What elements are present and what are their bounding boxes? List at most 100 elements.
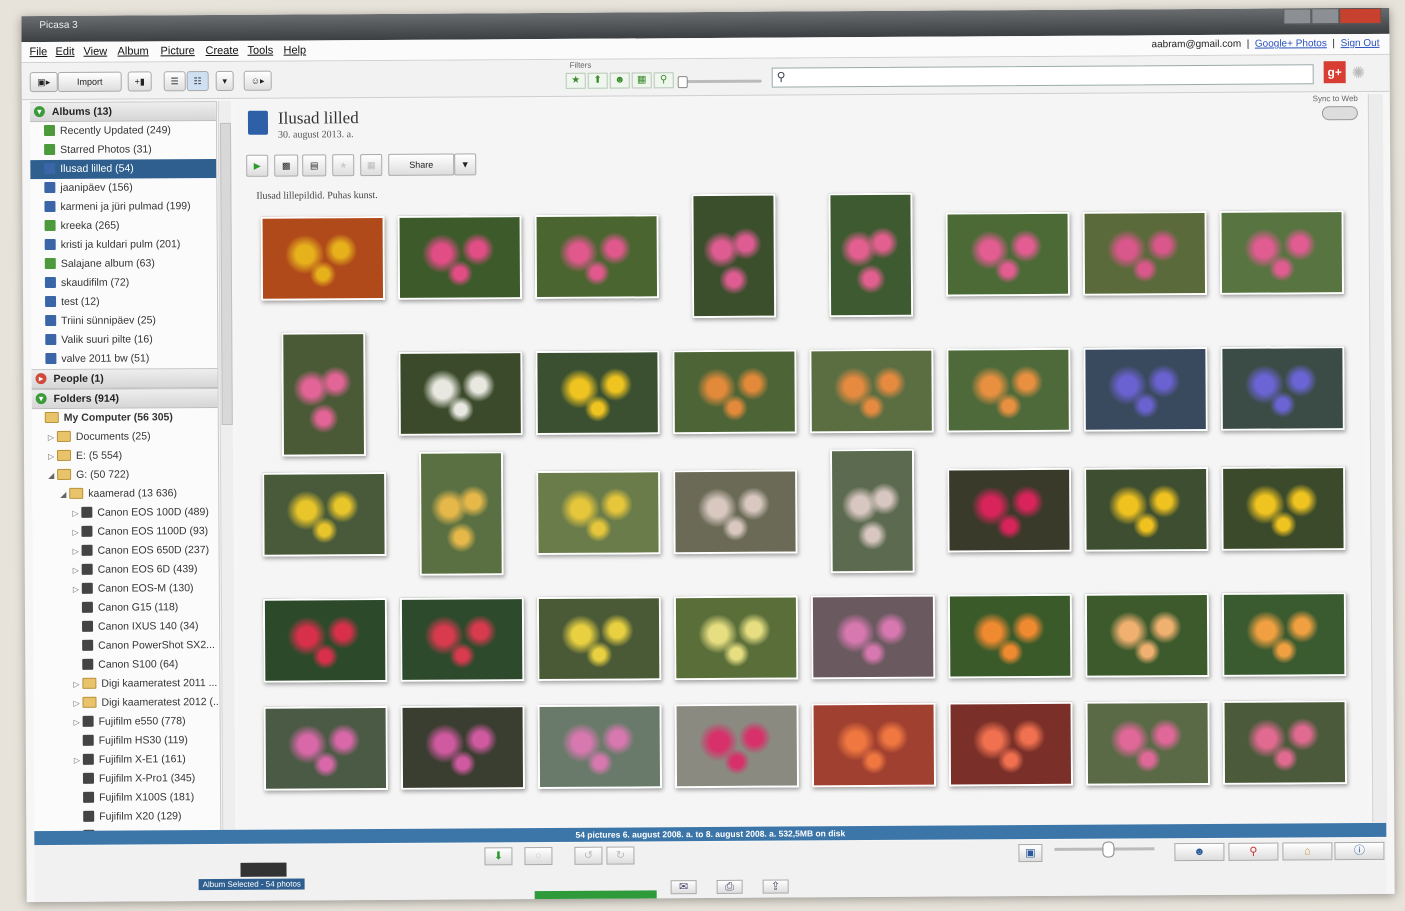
photo-thumbnail[interactable] bbox=[947, 467, 1072, 553]
video-filter-icon[interactable]: ▦ bbox=[631, 72, 652, 89]
sidebar-album-item[interactable]: jaanipäev (156) bbox=[30, 178, 216, 198]
people-view-icon[interactable]: ☺▸ bbox=[243, 70, 272, 91]
list-view-icon[interactable]: ☰ bbox=[163, 71, 186, 92]
sidebar-folder-item[interactable]: ▷ Digi kaameratest 2011 ... bbox=[33, 674, 219, 694]
photo-thumbnail[interactable] bbox=[811, 702, 937, 788]
add-to-album-icon[interactable]: +▮ bbox=[127, 71, 152, 92]
photo-thumbnail[interactable] bbox=[691, 193, 777, 319]
photo-thumbnail[interactable] bbox=[535, 350, 660, 436]
sidebar-folder-item[interactable]: Canon G15 (118) bbox=[33, 598, 219, 618]
sidebar-album-item[interactable]: Starred Photos (31) bbox=[30, 140, 216, 160]
photo-thumbnail[interactable] bbox=[810, 594, 936, 680]
close-button[interactable] bbox=[1339, 7, 1382, 25]
collage-icon[interactable]: ▩ bbox=[274, 154, 299, 177]
play-slideshow-icon[interactable]: ▶ bbox=[246, 154, 269, 177]
photo-thumbnail[interactable] bbox=[672, 349, 797, 435]
tree-toggle-icon[interactable]: ▷ bbox=[73, 694, 82, 713]
menu-help[interactable]: Help bbox=[283, 44, 306, 56]
photo-thumbnail[interactable] bbox=[945, 211, 1071, 297]
people-section-header[interactable]: ▸ People (1) bbox=[31, 367, 218, 390]
photo-thumbnail[interactable] bbox=[1222, 700, 1348, 785]
sidebar-folder-item[interactable]: ▷ Canon EOS 650D (237) bbox=[33, 541, 219, 561]
sidebar-album-item[interactable]: valve 2011 bw (51) bbox=[31, 349, 217, 369]
photo-thumbnail[interactable] bbox=[1085, 700, 1211, 786]
menu-album[interactable]: Album bbox=[117, 45, 148, 57]
sidebar-album-item[interactable]: kristi ja kuldari pulm (201) bbox=[31, 235, 217, 255]
upload-button[interactable] bbox=[534, 890, 657, 902]
sidebar-folder-item[interactable]: ▷ Canon EOS 100D (489) bbox=[32, 503, 218, 523]
camera-import-icon[interactable]: ▣▸ bbox=[29, 71, 58, 93]
tree-toggle-icon[interactable]: ▷ bbox=[73, 675, 82, 694]
photo-thumbnail[interactable] bbox=[1221, 592, 1347, 677]
share-button[interactable]: Share bbox=[388, 153, 455, 176]
photo-thumbnail[interactable] bbox=[536, 470, 661, 556]
sidebar-folder-item[interactable]: My Computer (56 305) bbox=[32, 408, 218, 428]
albums-section-header[interactable]: ▾ Albums (13) bbox=[29, 100, 216, 123]
menu-view[interactable]: View bbox=[83, 46, 107, 58]
maximize-button[interactable] bbox=[1311, 8, 1340, 25]
sync-toggle[interactable] bbox=[1321, 106, 1358, 121]
thumbnail-size-knob[interactable] bbox=[1102, 841, 1115, 858]
sidebar-folder-item[interactable]: Canon IXUS 140 (34) bbox=[33, 617, 219, 637]
view-dropdown-icon[interactable]: ▾ bbox=[215, 70, 234, 92]
photo-thumbnail[interactable] bbox=[534, 214, 660, 300]
photo-thumbnail[interactable] bbox=[1220, 346, 1345, 431]
google-photos-link[interactable]: Google+ Photos bbox=[1255, 38, 1327, 49]
sidebar-folder-item[interactable]: Canon PowerShot SX2... bbox=[33, 636, 219, 656]
sidebar-folder-item[interactable]: ◢ kaamerad (13 636) bbox=[32, 484, 218, 504]
folders-section-header[interactable]: ▾ Folders (914) bbox=[31, 387, 218, 410]
export-icon[interactable]: ⇪ bbox=[762, 879, 789, 894]
clear-icon[interactable]: ○ bbox=[524, 846, 553, 866]
sign-out-link[interactable]: Sign Out bbox=[1341, 38, 1380, 49]
tree-toggle-icon[interactable]: ▷ bbox=[72, 523, 81, 542]
sidebar-folder-item[interactable]: ▷ Documents (25) bbox=[32, 427, 218, 447]
faces-filter-icon[interactable]: ☻ bbox=[609, 72, 630, 89]
photo-thumbnail[interactable] bbox=[673, 469, 798, 555]
rotate-right-icon[interactable]: ↻ bbox=[606, 846, 635, 865]
photo-thumbnail[interactable] bbox=[948, 701, 1074, 787]
tree-toggle-icon[interactable]: ◢ bbox=[60, 485, 69, 504]
star-icon[interactable]: ★ bbox=[332, 154, 355, 177]
photo-thumbnail[interactable] bbox=[397, 215, 523, 300]
tree-toggle-icon[interactable]: ▷ bbox=[72, 504, 81, 523]
sidebar-album-item[interactable]: Valik suuri pilte (16) bbox=[31, 330, 217, 350]
sidebar-folder-item[interactable]: ▷ Digi kaameratest 2012 (... bbox=[33, 693, 219, 713]
sidebar-folder-item[interactable]: ▷ Fujifilm e550 (778) bbox=[34, 712, 220, 732]
photo-thumbnail[interactable] bbox=[418, 451, 504, 576]
search-box[interactable]: ⚲ bbox=[771, 64, 1314, 88]
sidebar-folder-item[interactable]: ▷ E: (5 554) bbox=[32, 446, 218, 466]
google-plus-icon[interactable]: g+ bbox=[1323, 61, 1346, 84]
import-button[interactable]: Import bbox=[57, 71, 122, 92]
sidebar-album-item[interactable]: Triini sünnipäev (25) bbox=[31, 311, 217, 331]
geotag-filter-icon[interactable]: ⚲ bbox=[653, 72, 674, 89]
photo-thumbnail[interactable] bbox=[536, 596, 662, 682]
photo-thumbnail[interactable] bbox=[1083, 346, 1208, 432]
photo-thumbnail[interactable] bbox=[946, 347, 1071, 433]
print-icon[interactable]: ⎙ bbox=[716, 879, 743, 894]
menu-create[interactable]: Create bbox=[205, 45, 238, 57]
people-panel-icon[interactable]: ☻ bbox=[1174, 842, 1225, 862]
zoom-thumbnail-icon[interactable]: ▣ bbox=[1018, 843, 1043, 863]
thumbnail-size-slider[interactable] bbox=[1054, 841, 1155, 858]
date-filter-slider[interactable] bbox=[677, 76, 762, 89]
sidebar-album-item[interactable]: Recently Updated (249) bbox=[30, 121, 216, 141]
share-dropdown-icon[interactable]: ▼ bbox=[454, 153, 477, 176]
uploaded-filter-icon[interactable]: ⬆ bbox=[587, 72, 608, 89]
photo-thumbnail[interactable] bbox=[829, 448, 915, 574]
save-icon[interactable]: ▦ bbox=[360, 153, 383, 177]
tree-toggle-icon[interactable]: ◢ bbox=[48, 466, 57, 485]
tree-toggle-icon[interactable]: ▷ bbox=[48, 428, 57, 447]
thumbnail-view-icon[interactable]: ☷ bbox=[186, 71, 209, 92]
photo-thumbnail[interactable] bbox=[263, 705, 389, 791]
sidebar-album-item[interactable]: test (12) bbox=[31, 292, 217, 312]
photo-thumbnail[interactable] bbox=[1219, 210, 1345, 295]
hold-pin-icon[interactable]: ⬇ bbox=[484, 847, 513, 866]
date-filter-knob[interactable] bbox=[677, 76, 688, 89]
sidebar-scroll-thumb[interactable] bbox=[219, 122, 233, 425]
sidebar-album-item[interactable]: Salajane album (63) bbox=[31, 254, 217, 274]
info-panel-icon[interactable]: ⓘ bbox=[1334, 841, 1385, 861]
starred-filter-icon[interactable]: ★ bbox=[565, 72, 586, 89]
photo-thumbnail[interactable] bbox=[947, 593, 1073, 679]
photo-thumbnail[interactable] bbox=[537, 704, 663, 790]
photo-thumbnail[interactable] bbox=[260, 215, 386, 301]
